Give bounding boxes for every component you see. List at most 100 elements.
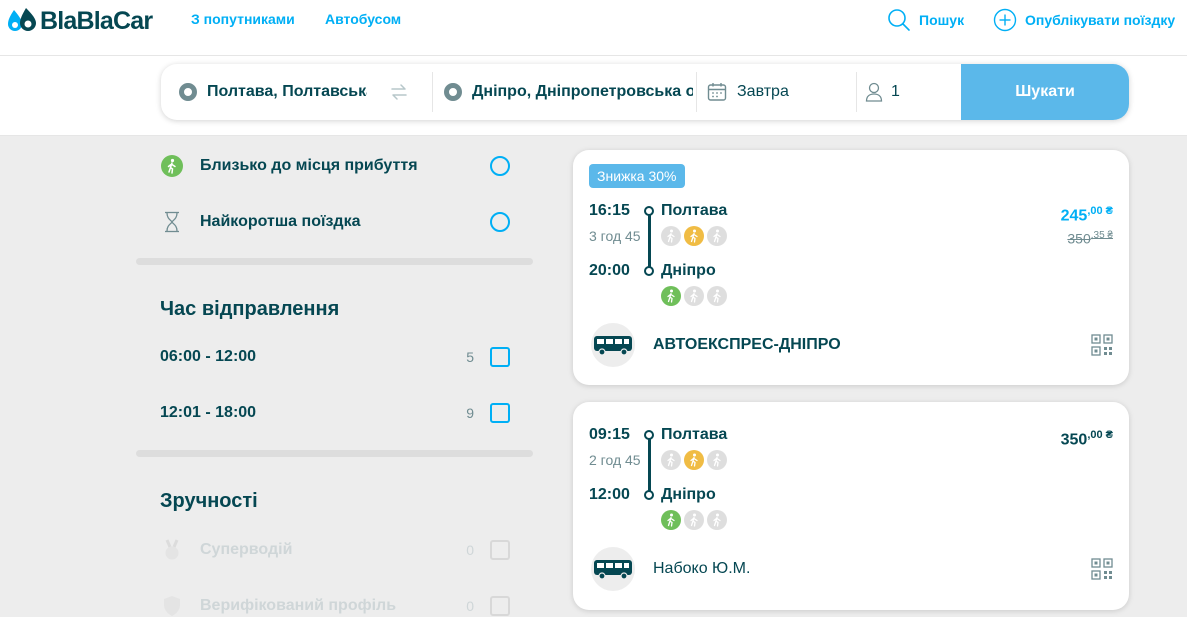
amenity-checkbox[interactable]: [490, 596, 510, 616]
old-price: 350,35 ₴: [1067, 230, 1113, 247]
walking-icon: [661, 450, 681, 470]
departure-option-label: 12:01 - 18:00: [160, 404, 257, 421]
date-field-value: Завтра: [737, 83, 789, 100]
nav-publish-button[interactable]: Опублікувати поїздку: [993, 8, 1175, 32]
swap-icon[interactable]: [389, 83, 409, 101]
amenity-option-count: 0: [466, 598, 474, 614]
trip-card[interactable]: Знижка 30% 16:15 3 год 45 20:00 Полтава …: [573, 150, 1129, 385]
arrival-proximity: [661, 510, 727, 530]
departure-option-label: 06:00 - 12:00: [160, 348, 257, 365]
amenity-option-verified[interactable]: Верифікований профіль 0: [160, 592, 510, 617]
walking-icon: [684, 226, 704, 246]
sort-radio[interactable]: [490, 212, 510, 232]
walking-icon: [707, 226, 727, 246]
bus-icon: [594, 560, 632, 580]
walking-icon: [707, 450, 727, 470]
departure-proximity: [661, 450, 727, 470]
amenities-heading: Зручності: [160, 490, 258, 512]
origin-circle-icon: [179, 83, 197, 101]
price-cents: ,00 ₴: [1087, 429, 1113, 441]
trip-price: 245,00 ₴: [1061, 205, 1113, 225]
price-main: 245: [1060, 207, 1088, 225]
passengers-field[interactable]: 1: [865, 64, 955, 120]
route-end-dot: [644, 266, 654, 276]
amenity-checkbox[interactable]: [490, 540, 510, 560]
search-icon: [888, 9, 910, 31]
carrier-name: Набоко Ю.М.: [653, 560, 751, 577]
departure-option-morning[interactable]: 06:00 - 12:00 5: [160, 343, 510, 371]
medal-icon: [160, 538, 184, 562]
search-submit-button[interactable]: Шукати: [961, 64, 1129, 120]
calendar-icon: [707, 83, 727, 101]
search-band: Полтава, Полтавська Дніпро, Дніпропетров…: [0, 56, 1187, 136]
carrier-name: АВТОЕКСПРЕС-ДНІПРО: [653, 336, 841, 353]
price-main: 350: [1060, 431, 1088, 449]
hourglass-icon: [160, 210, 184, 234]
from-field[interactable]: Полтава, Полтавська: [179, 64, 374, 120]
nav-search-button[interactable]: Пошук: [887, 8, 964, 32]
walking-icon: [661, 226, 681, 246]
walking-icon: [684, 286, 704, 306]
from-field-value: Полтава, Полтавська: [207, 83, 367, 100]
walking-icon: [684, 510, 704, 530]
old-price-cents: ,35 ₴: [1090, 230, 1113, 241]
sort-option-shortest[interactable]: Найкоротша поїздка: [160, 208, 510, 236]
amenity-option-label: Супер­водій: [200, 541, 293, 558]
search-separator: [696, 72, 697, 112]
trip-duration: 3 год 45: [589, 228, 641, 244]
qr-code-icon: [1091, 334, 1113, 356]
walking-icon: [661, 286, 681, 306]
search-separator: [432, 72, 433, 112]
shield-icon: [160, 594, 184, 617]
nav-bus-link[interactable]: Автобусом: [325, 11, 401, 27]
destination-circle-icon: [444, 83, 462, 101]
nav-publish-label: Опублікувати поїздку: [1025, 12, 1176, 28]
search-separator: [856, 72, 857, 112]
trip-duration: 2 год 45: [589, 452, 641, 468]
departure-city: Полтава: [661, 202, 728, 219]
walking-icon: [684, 450, 704, 470]
search-form: Полтава, Полтавська Дніпро, Дніпропетров…: [161, 64, 1129, 120]
arrival-city: Дніпро: [661, 262, 716, 279]
departure-option-count: 5: [466, 349, 474, 365]
person-icon: [865, 82, 883, 102]
plus-circle-icon: [993, 8, 1017, 32]
arrival-time: 12:00: [589, 486, 630, 503]
filter-divider: [136, 450, 533, 457]
departure-city: Полтава: [661, 426, 728, 443]
sort-option-close-arrival[interactable]: Близько до місця прибуття: [160, 152, 510, 180]
departure-proximity: [661, 226, 727, 246]
departure-option-afternoon[interactable]: 12:01 - 18:00 9: [160, 399, 510, 427]
top-navigation: BlaBlaCar З попутниками Автобусом Пошук …: [0, 0, 1187, 56]
filter-divider: [136, 258, 533, 265]
blablacar-logo[interactable]: BlaBlaCar: [6, 4, 153, 38]
departure-checkbox[interactable]: [490, 347, 510, 367]
nav-search-label: Пошук: [919, 12, 965, 28]
passengers-field-value: 1: [891, 83, 900, 100]
bus-icon: [594, 336, 632, 356]
to-field[interactable]: Дніпро, Дніпропетровська область: [444, 64, 694, 120]
logo-text: BlaBlaCar: [40, 6, 153, 35]
nav-carpool-link[interactable]: З попутниками: [191, 11, 295, 27]
discount-badge: Знижка 30%: [589, 164, 685, 188]
arrival-proximity: [661, 286, 727, 306]
sort-radio[interactable]: [490, 156, 510, 176]
old-price-main: 350: [1067, 230, 1091, 247]
amenity-option-superdriver[interactable]: Супер­водій 0: [160, 536, 510, 564]
arrival-city: Дніпро: [661, 486, 716, 503]
walking-icon: [707, 286, 727, 306]
trip-card[interactable]: 09:15 2 год 45 12:00 Полтава Дніпро 350,…: [573, 402, 1129, 610]
logo-mark-icon: [8, 8, 36, 31]
arrival-time: 20:00: [589, 262, 630, 279]
route-end-dot: [644, 490, 654, 500]
price-cents: ,00 ₴: [1087, 205, 1113, 217]
departure-time: 16:15: [589, 202, 630, 219]
route-line: [648, 215, 651, 267]
departure-time: 09:15: [589, 426, 630, 443]
bus-avatar: [591, 323, 635, 367]
qr-code-icon: [1091, 558, 1113, 580]
amenity-option-count: 0: [466, 542, 474, 558]
amenity-option-label: Верифікований профіль: [200, 597, 397, 614]
date-field[interactable]: Завтра: [707, 64, 847, 120]
departure-checkbox[interactable]: [490, 403, 510, 423]
